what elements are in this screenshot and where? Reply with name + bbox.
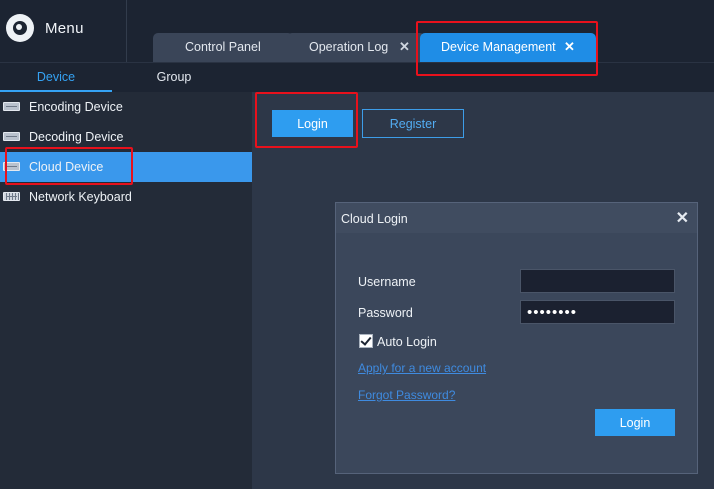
close-icon[interactable]: ✕ (676, 208, 689, 228)
forgot-password-link[interactable]: Forgot Password? (358, 388, 455, 402)
tab-device-management[interactable]: Device Management ✕ (420, 33, 596, 62)
username-label: Username (358, 275, 416, 289)
register-button[interactable]: Register (362, 109, 464, 138)
menu-label: Menu (45, 20, 84, 37)
tab-control-panel[interactable]: Control Panel (153, 33, 293, 62)
device-type-sidebar: Encoding Device Decoding Device Cloud De… (0, 92, 252, 489)
password-label: Password (358, 306, 413, 320)
login-button[interactable]: Login (272, 110, 353, 137)
close-icon[interactable]: ✕ (564, 39, 575, 55)
cloud-device-icon (3, 162, 20, 171)
sub-tab-bar: Device Group (0, 62, 714, 92)
sidebar-item-decoding-device[interactable]: Decoding Device (0, 122, 252, 152)
subtab-device[interactable]: Device (0, 63, 112, 92)
password-field[interactable] (520, 300, 675, 324)
close-icon[interactable]: ✕ (399, 39, 410, 55)
decoder-icon (3, 132, 20, 141)
keyboard-icon (3, 192, 20, 201)
sidebar-item-label: Decoding Device (29, 130, 124, 144)
dialog-title: Cloud Login (341, 212, 408, 226)
apply-account-link[interactable]: Apply for a new account (358, 361, 486, 375)
tab-label: Operation Log (309, 40, 389, 54)
sidebar-item-network-keyboard[interactable]: Network Keyboard (0, 182, 252, 212)
auto-login-checkbox[interactable] (359, 334, 373, 348)
auto-login-label: Auto Login (377, 335, 437, 349)
tab-operation-log[interactable]: Operation Log ✕ (287, 33, 425, 62)
dialog-header: Cloud Login ✕ (336, 203, 697, 233)
subtab-group[interactable]: Group (118, 63, 230, 92)
menu-button[interactable]: Menu (0, 0, 127, 62)
sidebar-item-label: Encoding Device (29, 100, 123, 114)
tab-label: Device Management (441, 40, 556, 54)
sidebar-item-cloud-device[interactable]: Cloud Device (0, 152, 252, 182)
cloud-login-dialog: Cloud Login ✕ Username Password Auto Log… (335, 202, 698, 474)
username-field[interactable] (520, 269, 675, 293)
top-bar: Menu Control Panel Operation Log ✕ Devic… (0, 0, 714, 62)
sidebar-item-label: Cloud Device (29, 160, 104, 174)
tab-label: Control Panel (185, 40, 261, 54)
sidebar-item-label: Network Keyboard (29, 190, 132, 204)
encoder-icon (3, 102, 20, 111)
app-logo-icon (6, 14, 34, 42)
dialog-login-button[interactable]: Login (595, 409, 675, 436)
sidebar-item-encoding-device[interactable]: Encoding Device (0, 92, 252, 122)
